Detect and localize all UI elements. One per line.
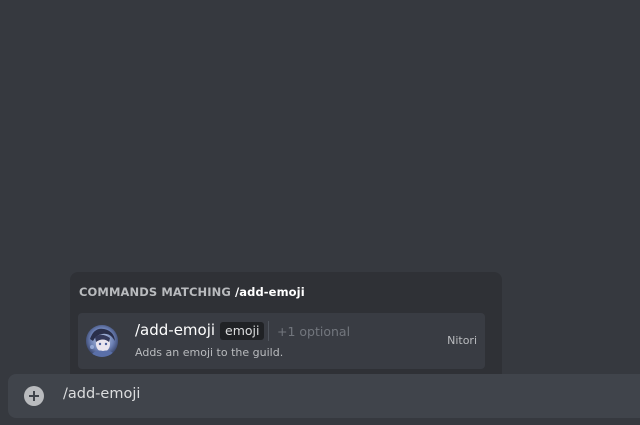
autocomplete-header: COMMANDS MATCHING /add-emoji bbox=[79, 285, 305, 299]
plus-circle-icon bbox=[29, 391, 39, 401]
command-source-bot: Nitori bbox=[447, 334, 477, 347]
autocomplete-header-query: /add-emoji bbox=[234, 285, 305, 299]
command-item-add-emoji[interactable]: /add-emoji emoji +1 optional Adds an emo… bbox=[78, 313, 485, 369]
discord-chat-view: COMMANDS MATCHING /add-emoji /add-emoji … bbox=[0, 0, 640, 425]
option-divider bbox=[268, 321, 269, 341]
bot-avatar bbox=[86, 325, 118, 357]
message-input-field[interactable]: /add-emoji bbox=[63, 386, 140, 402]
command-autocomplete-popup: COMMANDS MATCHING /add-emoji /add-emoji … bbox=[70, 272, 502, 376]
optional-options-count: +1 optional bbox=[277, 324, 351, 339]
attach-button[interactable] bbox=[24, 386, 44, 406]
command-name: /add-emoji bbox=[135, 321, 216, 339]
command-option-pill: emoji bbox=[220, 322, 265, 340]
message-input-bar[interactable]: /add-emoji bbox=[8, 374, 640, 418]
command-description: Adds an emoji to the guild. bbox=[135, 346, 284, 359]
bot-avatar-image bbox=[86, 325, 118, 357]
autocomplete-header-prefix: COMMANDS MATCHING bbox=[79, 285, 231, 299]
